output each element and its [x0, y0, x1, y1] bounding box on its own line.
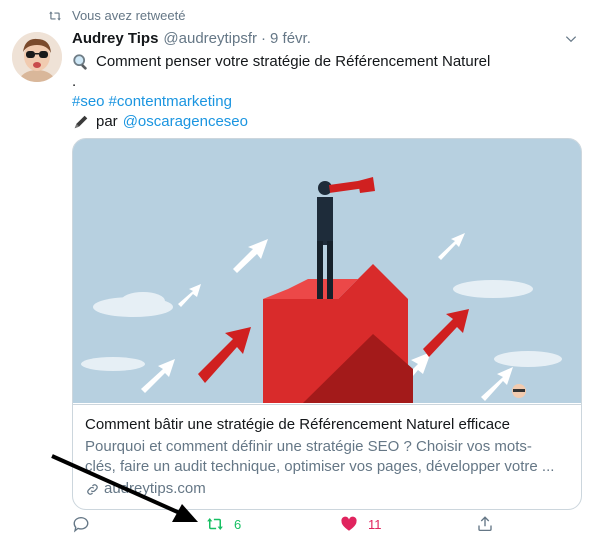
illustration-icon: [73, 139, 581, 403]
magnifier-emoji-icon: [73, 54, 87, 70]
retweet-icon: [207, 518, 223, 530]
retweet-header: Vous avez retweeté: [48, 8, 185, 23]
card-image[interactable]: [73, 139, 581, 403]
share-button[interactable]: [476, 515, 504, 533]
card-domain-text: audreytips.com: [104, 480, 206, 497]
like-button[interactable]: 11: [340, 515, 382, 533]
author-handle[interactable]: @audreytipsfr: [163, 30, 257, 47]
tweet-line-1: Comment penser votre stratégie de Référe…: [72, 52, 580, 72]
avatar[interactable]: [12, 32, 62, 82]
reply-icon: [73, 517, 89, 533]
retweet-header-text: Vous avez retweeté: [72, 8, 186, 23]
share-icon: [478, 516, 492, 532]
tweet-text-line-2: .: [72, 73, 77, 90]
mention-link[interactable]: @oscaragenceseo: [123, 112, 248, 132]
credit-prefix: par: [96, 113, 118, 130]
card-domain[interactable]: audreytips.com: [85, 479, 569, 499]
credit-line: par @oscaragenceseo: [72, 112, 580, 132]
author-name[interactable]: Audrey Tips: [72, 30, 158, 47]
pen-emoji-icon: [74, 115, 88, 129]
tweet-line-2: .: [72, 72, 580, 92]
hashtag-contentmarketing[interactable]: #contentmarketing: [109, 92, 232, 112]
hashtags: #seo #contentmarketing: [72, 92, 580, 112]
heart-icon: [341, 516, 357, 531]
card-description: Pourquoi et comment définir une stratégi…: [85, 437, 569, 477]
tweet-text-line-1: Comment penser votre stratégie de Référe…: [96, 53, 491, 70]
retweet-button[interactable]: 6: [206, 515, 241, 533]
tweet-date[interactable]: 9 févr.: [270, 30, 311, 47]
like-count: 11: [368, 516, 382, 532]
link-card[interactable]: Comment bâtir une stratégie de Référence…: [72, 138, 582, 510]
tweet-actions: 6 11: [72, 515, 512, 535]
separator: ·: [261, 30, 267, 47]
retweet-count: 6: [234, 516, 242, 532]
retweet-icon: [49, 10, 61, 21]
card-title[interactable]: Comment bâtir une stratégie de Référence…: [85, 415, 569, 435]
card-description-line-1: Pourquoi et comment définir une stratégi…: [85, 438, 532, 455]
link-icon: [87, 483, 98, 495]
card-body[interactable]: Comment bâtir une stratégie de Référence…: [73, 404, 581, 509]
tweet[interactable]: Audrey Tips @audreytipsfr · 9 févr. Comm…: [72, 30, 582, 510]
reply-button[interactable]: [72, 515, 100, 533]
author-line: Audrey Tips @audreytipsfr · 9 févr.: [72, 30, 580, 50]
chevron-down-icon[interactable]: [564, 32, 578, 46]
hashtag-seo[interactable]: #seo: [72, 92, 105, 112]
card-description-line-2: clés, faire un audit technique, optimise…: [85, 458, 555, 475]
